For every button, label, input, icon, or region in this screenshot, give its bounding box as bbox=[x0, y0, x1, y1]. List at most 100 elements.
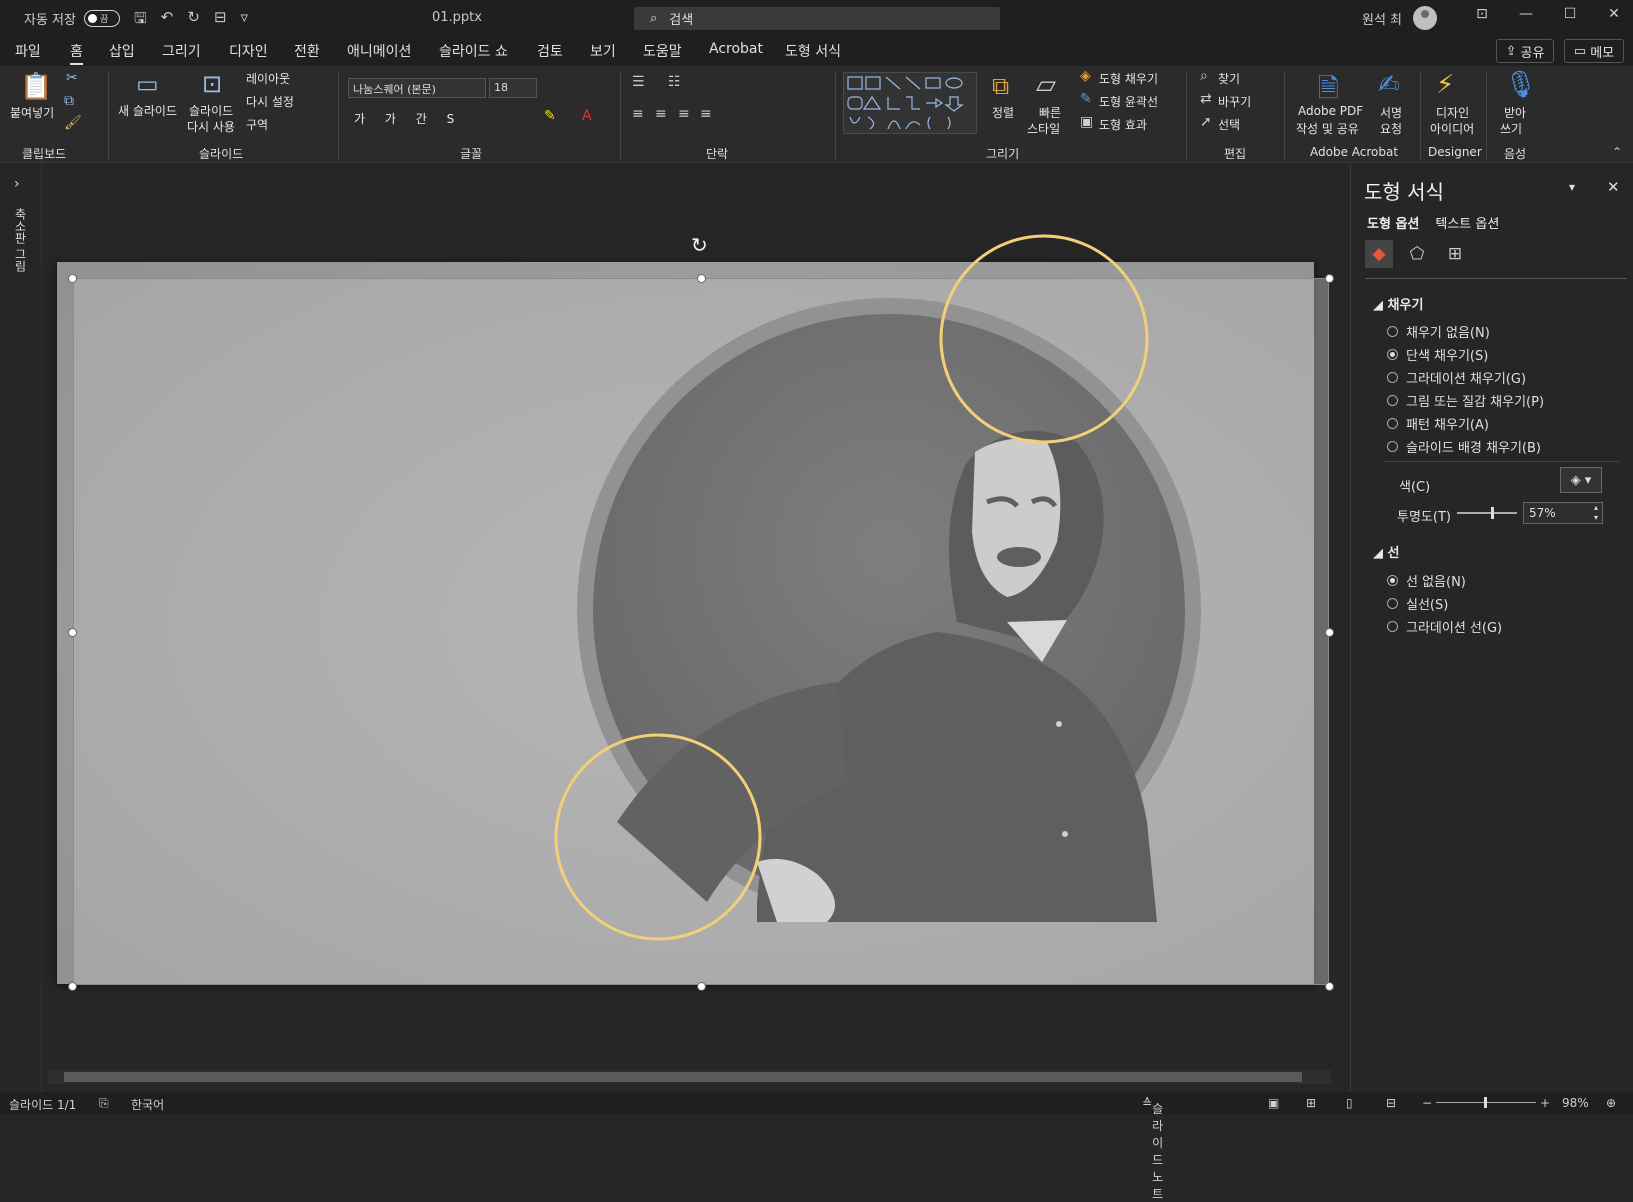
replace-button[interactable]: 바꾸기 bbox=[1218, 93, 1251, 110]
tab-home[interactable]: 홈 bbox=[70, 41, 83, 65]
tab-shape-format[interactable]: 도형 서식 bbox=[785, 41, 841, 61]
fill-line-icon[interactable]: ◆ bbox=[1365, 240, 1393, 268]
tab-transitions[interactable]: 전환 bbox=[294, 41, 320, 61]
fill-option-background[interactable]: 슬라이드 배경 채우기(B) bbox=[1387, 437, 1541, 456]
pane-options-icon[interactable]: ▾ bbox=[1569, 180, 1575, 194]
shape-effect-button[interactable]: 도형 효과 bbox=[1099, 116, 1147, 133]
line-option-none[interactable]: 선 없음(N) bbox=[1387, 571, 1466, 590]
resize-handle-nw[interactable] bbox=[68, 274, 77, 283]
transparency-input[interactable]: 57% ▴ ▾ bbox=[1523, 502, 1603, 524]
expand-thumbnails-icon[interactable]: › bbox=[14, 176, 20, 192]
layout-button[interactable]: 레이아웃 bbox=[246, 70, 290, 87]
font-style-buttons[interactable]: 가 가 간 S bbox=[354, 110, 462, 127]
select-icon[interactable]: ➚ bbox=[1200, 114, 1212, 130]
line-section-header[interactable]: ◢ 선 bbox=[1373, 542, 1400, 561]
slide-sorter-icon[interactable]: ⊞ bbox=[1306, 1096, 1316, 1110]
shape-outline-button[interactable]: 도형 윤곽선 bbox=[1099, 93, 1158, 110]
tab-review[interactable]: 검토 bbox=[537, 41, 563, 61]
size-properties-icon[interactable]: ⊞ bbox=[1441, 240, 1469, 268]
radio-line-none[interactable] bbox=[1387, 575, 1398, 586]
user-name[interactable]: 원석 최 bbox=[1362, 9, 1402, 28]
tab-help[interactable]: 도움말 bbox=[643, 41, 682, 61]
selected-shape-overlay[interactable] bbox=[73, 278, 1329, 985]
accessibility-icon[interactable]: ⎘ bbox=[99, 1096, 109, 1111]
pane-close-icon[interactable]: ✕ bbox=[1607, 178, 1620, 196]
resize-handle-w[interactable] bbox=[68, 628, 77, 637]
tab-view[interactable]: 보기 bbox=[590, 41, 616, 61]
zoom-level[interactable]: 98% bbox=[1562, 1096, 1589, 1110]
resize-handle-n[interactable] bbox=[697, 274, 706, 283]
resize-handle-e[interactable] bbox=[1325, 628, 1334, 637]
tab-file[interactable]: 파일 bbox=[15, 41, 41, 61]
bullets-icon[interactable]: ☰ bbox=[632, 74, 645, 90]
reset-button[interactable]: 다시 설정 bbox=[246, 93, 294, 110]
share-button[interactable]: ⇪ 공유 bbox=[1496, 39, 1554, 63]
thumbnails-label[interactable]: 축소판 그림 bbox=[12, 208, 29, 272]
shape-outline-icon[interactable]: ✎ bbox=[1080, 91, 1092, 107]
align-left-icon[interactable]: ≡ bbox=[632, 106, 644, 122]
slideshow-icon[interactable]: ⊟ bbox=[1386, 1096, 1396, 1110]
minimize-icon[interactable]: — bbox=[1504, 6, 1548, 22]
resize-handle-se[interactable] bbox=[1325, 982, 1334, 991]
undo-icon[interactable]: ↶ bbox=[161, 8, 174, 33]
radio-fill-background[interactable] bbox=[1387, 441, 1398, 452]
resize-handle-s[interactable] bbox=[697, 982, 706, 991]
highlight-icon[interactable]: ✎ bbox=[544, 108, 556, 124]
line-option-gradient[interactable]: 그라데이션 선(G) bbox=[1387, 617, 1502, 636]
fill-section-header[interactable]: ◢ 채우기 bbox=[1373, 294, 1423, 313]
arrange-icon[interactable]: ⧉ bbox=[992, 72, 1009, 100]
tab-design[interactable]: 디자인 bbox=[229, 41, 268, 61]
radio-fill-gradient[interactable] bbox=[1387, 372, 1398, 383]
language-indicator[interactable]: 한국어 bbox=[131, 1096, 164, 1113]
tab-draw[interactable]: 그리기 bbox=[162, 41, 201, 61]
save-icon[interactable]: 🖫 bbox=[134, 8, 147, 33]
cut-icon[interactable]: ✂ bbox=[66, 70, 78, 86]
line-option-solid[interactable]: 실선(S) bbox=[1387, 594, 1448, 613]
format-painter-icon[interactable]: 🖌 bbox=[64, 115, 82, 131]
select-button[interactable]: 선택 bbox=[1218, 116, 1240, 133]
notes-button[interactable]: ≙ 슬라이드 노트 bbox=[1142, 1096, 1163, 1201]
zoom-slider-thumb[interactable] bbox=[1484, 1097, 1487, 1108]
reading-view-icon[interactable]: ▯ bbox=[1346, 1096, 1353, 1110]
shape-fill-button[interactable]: 도형 채우기 bbox=[1099, 70, 1158, 87]
align-right-icon[interactable]: ≡ bbox=[678, 106, 690, 122]
radio-fill-none[interactable] bbox=[1387, 326, 1398, 337]
paste-icon[interactable]: 📋 bbox=[20, 72, 52, 102]
zoom-out-icon[interactable]: − bbox=[1422, 1096, 1432, 1110]
shape-effect-icon[interactable]: ▣ bbox=[1080, 114, 1093, 130]
maximize-icon[interactable]: ☐ bbox=[1548, 6, 1592, 22]
shapes-gallery[interactable] bbox=[843, 72, 977, 134]
normal-view-icon[interactable]: ▣ bbox=[1268, 1096, 1279, 1110]
design-ideas-line1[interactable]: 디자인 bbox=[1436, 104, 1469, 121]
font-color-icon[interactable]: A bbox=[582, 108, 592, 124]
radio-line-solid[interactable] bbox=[1387, 598, 1398, 609]
find-button[interactable]: 찾기 bbox=[1218, 70, 1240, 87]
transparency-slider-thumb[interactable] bbox=[1491, 507, 1495, 519]
ribbon-display-icon[interactable]: ⊡ bbox=[1460, 6, 1504, 22]
reuse-slide-line2[interactable]: 다시 사용 bbox=[187, 118, 235, 135]
resize-handle-ne[interactable] bbox=[1325, 274, 1334, 283]
design-ideas-icon[interactable]: ⚡ bbox=[1436, 70, 1454, 100]
fill-option-pattern[interactable]: 패턴 채우기(A) bbox=[1387, 414, 1489, 433]
dictate-line2[interactable]: 쓰기 bbox=[1500, 120, 1522, 137]
design-ideas-line2[interactable]: 아이디어 bbox=[1430, 120, 1474, 137]
request-signature-line2[interactable]: 요청 bbox=[1380, 120, 1402, 137]
shape-fill-icon[interactable]: ◈ bbox=[1080, 68, 1091, 84]
tab-text-options[interactable]: 텍스트 옵션 bbox=[1435, 213, 1499, 232]
transparency-slider-track[interactable] bbox=[1457, 507, 1517, 519]
tab-shape-options[interactable]: 도형 옵션 bbox=[1367, 213, 1419, 232]
fill-option-gradient[interactable]: 그라데이션 채우기(G) bbox=[1387, 368, 1526, 387]
horizontal-scrollbar[interactable] bbox=[48, 1070, 1331, 1084]
color-picker-button[interactable]: ◈ ▾ bbox=[1560, 467, 1602, 493]
resize-handle-sw[interactable] bbox=[68, 982, 77, 991]
tab-slideshow[interactable]: 슬라이드 쇼 bbox=[439, 41, 508, 61]
spinner-arrows-icon[interactable]: ▴ ▾ bbox=[1594, 503, 1598, 523]
scrollbar-thumb[interactable] bbox=[64, 1072, 1302, 1082]
radio-fill-solid[interactable] bbox=[1387, 349, 1398, 360]
reuse-slide-icon[interactable]: ⊡ bbox=[202, 70, 222, 98]
quick-styles-icon[interactable]: ▱ bbox=[1036, 70, 1056, 100]
microphone-icon[interactable]: 🎙 bbox=[1504, 70, 1537, 100]
zoom-in-icon[interactable]: + bbox=[1540, 1096, 1550, 1110]
justify-icon[interactable]: ≡ bbox=[700, 106, 712, 122]
new-slide-button[interactable]: 새 슬라이드 bbox=[118, 102, 177, 119]
